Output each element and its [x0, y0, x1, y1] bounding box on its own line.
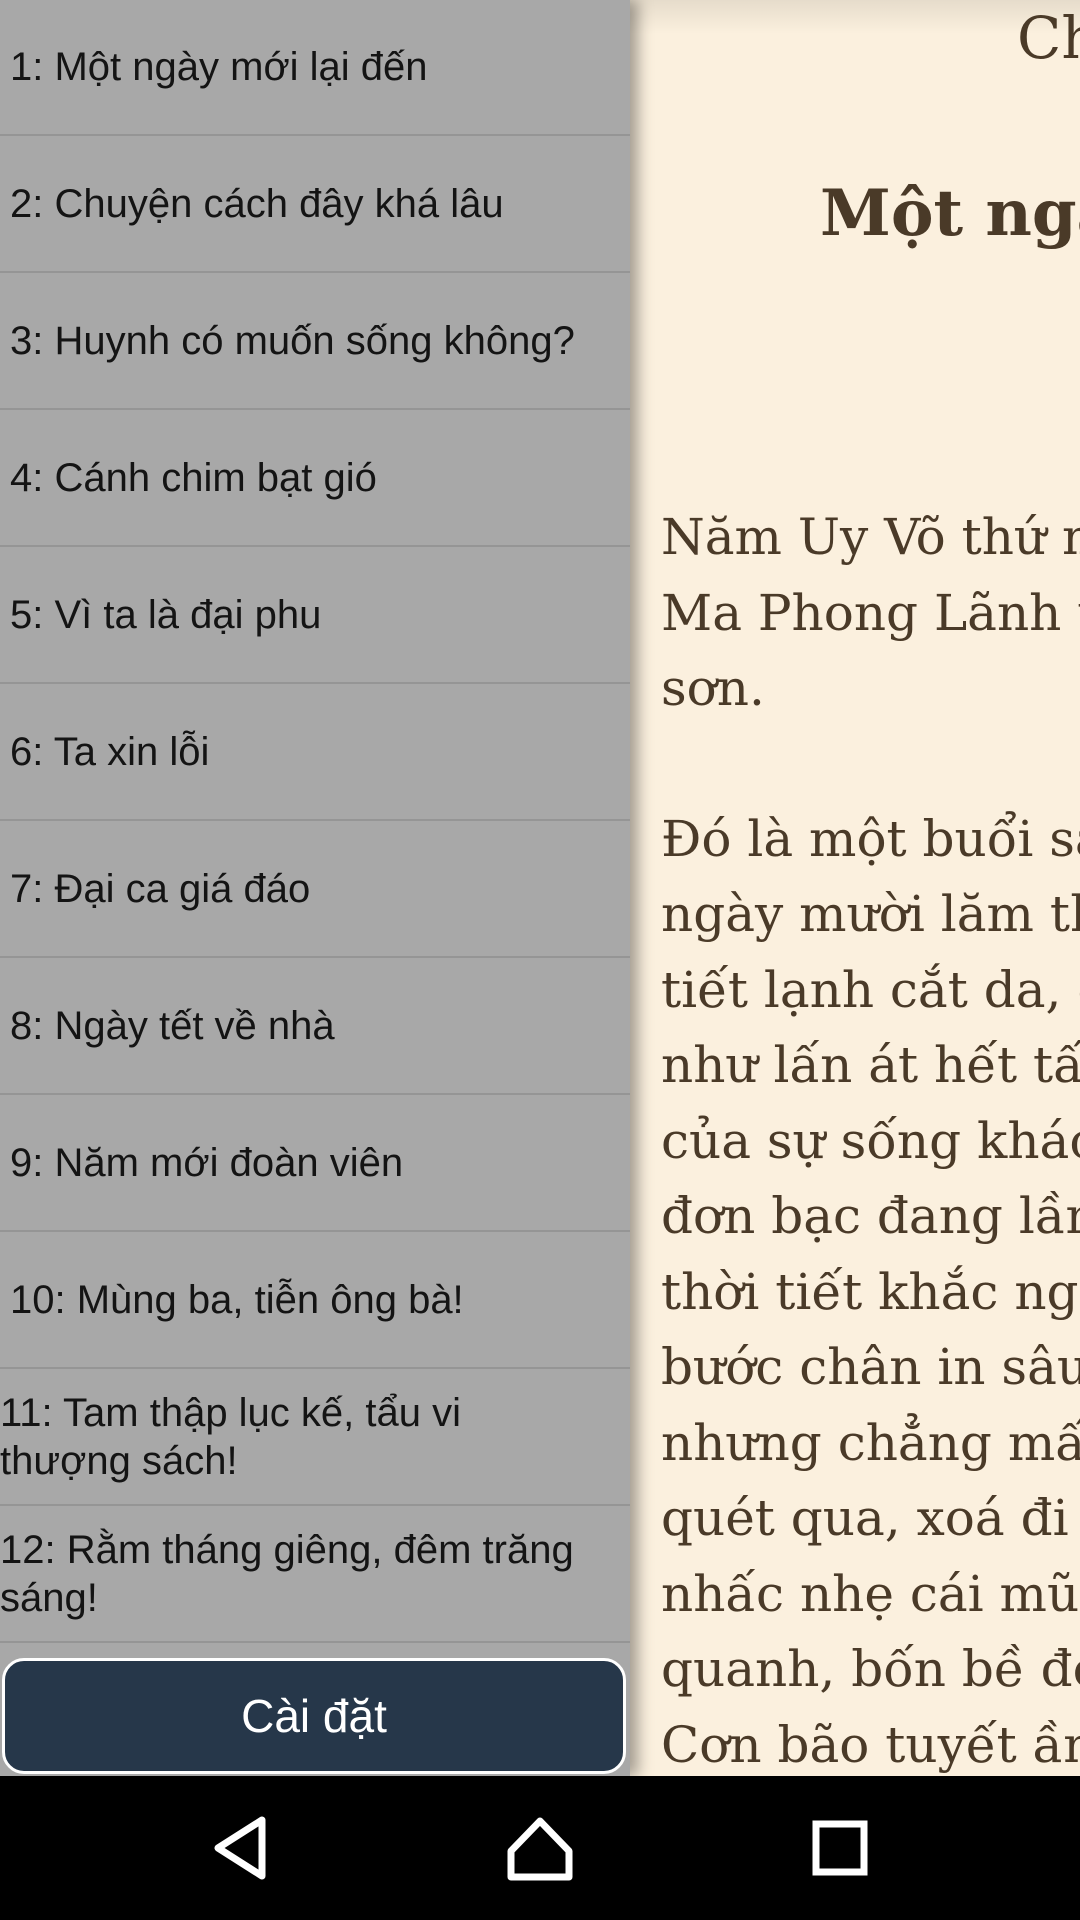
chapter-item-5[interactable]: 5: Vì ta là đại phu: [0, 548, 630, 684]
back-triangle-icon: [214, 1816, 266, 1880]
chapter-item-8[interactable]: 8: Ngày tết về nhà: [0, 959, 630, 1095]
chapter-item-7[interactable]: 7: Đại ca giá đáo: [0, 822, 630, 958]
chapter-item-12[interactable]: 12: Rằm tháng giêng, đêm trăng sáng!: [0, 1507, 630, 1643]
chapter-item-label: 2: Chuyện cách đây khá lâu: [10, 181, 504, 226]
screen: Ch Một ngà Năm Uy Võ thứ m Ma Phong Lãnh…: [0, 0, 1080, 1920]
chapter-item-label: 12: Rằm tháng giêng, đêm trăng sáng!: [0, 1528, 574, 1620]
chapter-item-label: 8: Ngày tết về nhà: [10, 1003, 335, 1048]
chapter-item-label: 11: Tam thập lục kế, tẩu vi thượng sách!: [0, 1391, 461, 1483]
paragraph: Năm Uy Võ thứ m Ma Phong Lãnh t sơn.: [661, 508, 1080, 717]
chapter-item-label: 10: Mùng ba, tiễn ông bà!: [10, 1277, 464, 1322]
chapter-item-3[interactable]: 3: Huynh có muốn sống không?: [0, 274, 630, 410]
chapter-title: Một ngà: [820, 176, 1080, 251]
home-icon: [507, 1817, 573, 1881]
chapter-item-4[interactable]: 4: Cánh chim bạt gió: [0, 411, 630, 547]
chapter-item-label: 7: Đại ca giá đáo: [10, 866, 311, 911]
recents-square-icon: [812, 1820, 868, 1876]
chapter-item-label: 4: Cánh chim bạt gió: [10, 455, 377, 500]
chapter-item-2[interactable]: 2: Chuyện cách đây khá lâu: [0, 137, 630, 273]
chapter-item-label: 5: Vì ta là đại phu: [10, 592, 322, 637]
chapter-item-label: 9: Năm mới đoàn viên: [10, 1140, 404, 1185]
system-nav-bar: [0, 1776, 1080, 1920]
settings-button[interactable]: Cài đặt: [2, 1658, 626, 1774]
chapter-item-label: 1: Một ngày mới lại đến: [10, 44, 428, 89]
chapter-label: Ch: [1017, 4, 1080, 72]
chapter-body: Năm Uy Võ thứ m Ma Phong Lãnh t sơn. Đó …: [661, 500, 1080, 1776]
recents-button[interactable]: [790, 1798, 890, 1898]
chapter-item-label: 3: Huynh có muốn sống không?: [10, 318, 575, 363]
chapter-item-1[interactable]: 1: Một ngày mới lại đến: [0, 0, 630, 136]
chapter-item-9[interactable]: 9: Năm mới đoàn viên: [0, 1096, 630, 1232]
chapter-item-label: 6: Ta xin lỗi: [10, 729, 210, 774]
back-button[interactable]: [190, 1798, 290, 1898]
chapter-item-10[interactable]: 10: Mùng ba, tiễn ông bà!: [0, 1233, 630, 1369]
chapter-item-11[interactable]: 11: Tam thập lục kế, tẩu vi thượng sách!: [0, 1370, 630, 1506]
home-button[interactable]: [490, 1798, 590, 1898]
chapter-item-6[interactable]: 6: Ta xin lỗi: [0, 685, 630, 821]
chapter-drawer: 1: Một ngày mới lại đến 2: Chuyện cách đ…: [0, 0, 630, 1776]
paragraph: Đó là một buổi sá ngày mười lăm th tiết …: [661, 809, 1080, 1774]
